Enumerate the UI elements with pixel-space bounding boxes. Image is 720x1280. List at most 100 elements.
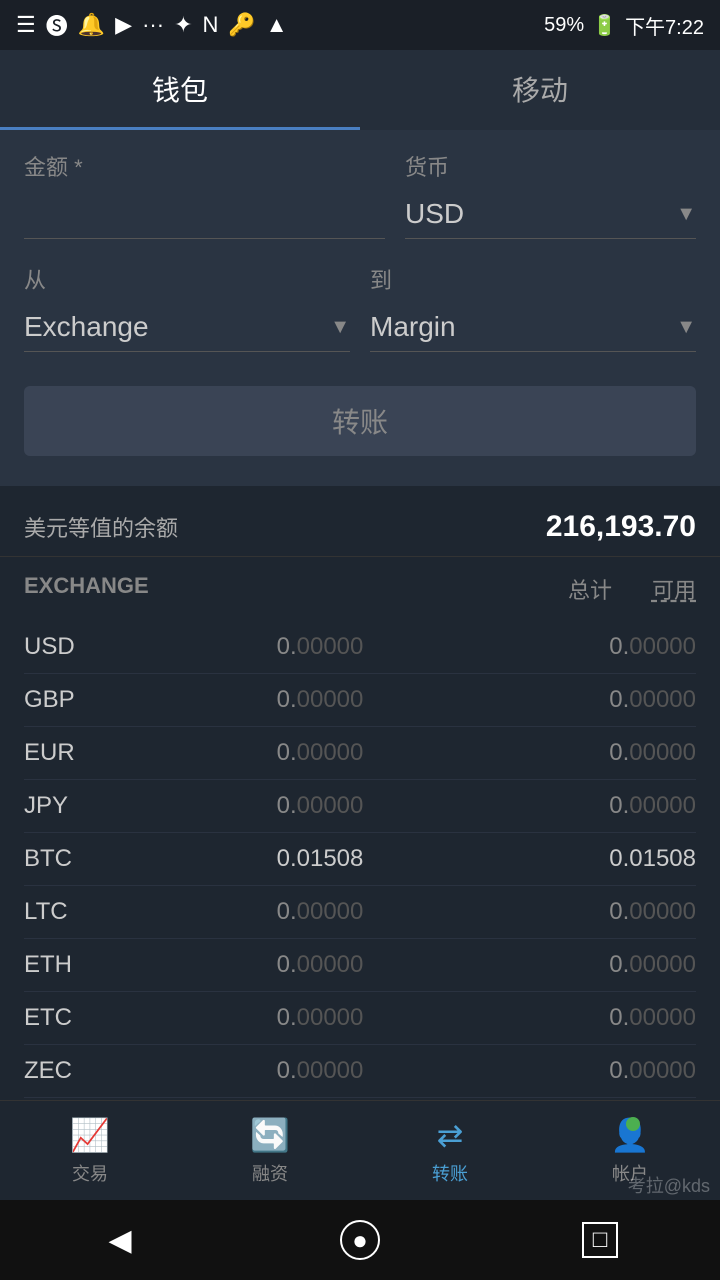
tab-bar: 钱包 移动 bbox=[0, 50, 720, 130]
to-value: Margin bbox=[370, 311, 456, 343]
bottom-nav: 📈 交易 🔄 融资 ⇄ 转账 👤 帐户 bbox=[0, 1100, 720, 1200]
table-row: ETC 0.00000 0.00000 bbox=[24, 992, 696, 1045]
table-row: GBP 0.00000 0.00000 bbox=[24, 674, 696, 727]
from-value: Exchange bbox=[24, 311, 149, 343]
currency-total: 0.01508 bbox=[220, 845, 420, 873]
balance-label: 美元等值的余额 bbox=[24, 511, 178, 543]
currency-label: 货币 bbox=[405, 150, 696, 182]
home-icon: ● bbox=[340, 1220, 380, 1260]
currency-available: 0.00000 bbox=[496, 633, 696, 661]
battery-icon: 🔋 bbox=[592, 13, 617, 38]
currency-select[interactable]: USD ▼ bbox=[405, 190, 696, 239]
bluetooth-icon: ✦ bbox=[174, 12, 192, 38]
tab-move[interactable]: 移动 bbox=[360, 50, 720, 130]
finance-icon: 🔄 bbox=[250, 1116, 290, 1154]
currency-available: 0.00000 bbox=[496, 739, 696, 767]
to-label: 到 bbox=[370, 263, 696, 295]
currency-available: 0.00000 bbox=[496, 951, 696, 979]
nfc-icon: N bbox=[203, 12, 219, 38]
currency-total: 0.00000 bbox=[220, 792, 420, 820]
currency-name: JPY bbox=[24, 792, 144, 820]
form-row-2: 从 Exchange ▼ 到 Margin ▼ bbox=[24, 263, 696, 352]
currency-available: 0.00000 bbox=[496, 1004, 696, 1032]
trade-label: 交易 bbox=[72, 1160, 108, 1186]
from-field: 从 Exchange ▼ bbox=[24, 263, 350, 352]
currency-name: USD bbox=[24, 633, 144, 661]
from-select[interactable]: Exchange ▼ bbox=[24, 303, 350, 352]
amount-field: 金额 * bbox=[24, 150, 385, 239]
currency-arrow: ▼ bbox=[676, 203, 696, 226]
table-row: EUR 0.00000 0.00000 bbox=[24, 727, 696, 780]
table-row: ETH 0.00000 0.00000 bbox=[24, 939, 696, 992]
currency-name: GBP bbox=[24, 686, 144, 714]
status-left: ☰ 🅢 🔔 ▶ ··· ✦ N 🔑 ▲ bbox=[16, 9, 288, 41]
to-field: 到 Margin ▼ bbox=[370, 263, 696, 352]
currency-total: 0.00000 bbox=[220, 1057, 420, 1085]
menu-icon: ☰ bbox=[16, 12, 36, 38]
amount-input[interactable] bbox=[24, 190, 385, 239]
table-row: JPY 0.00000 0.00000 bbox=[24, 780, 696, 833]
currency-name: BTC bbox=[24, 845, 144, 873]
balance-row: 美元等值的余额 216,193.70 bbox=[24, 510, 696, 544]
currency-total: 0.00000 bbox=[220, 1004, 420, 1032]
nav-finance[interactable]: 🔄 融资 bbox=[180, 1101, 360, 1200]
transfer-button[interactable]: 转账 bbox=[24, 386, 696, 456]
currency-total: 0.00000 bbox=[220, 633, 420, 661]
balance-section: 美元等值的余额 216,193.70 bbox=[0, 486, 720, 557]
currency-available: 0.00000 bbox=[496, 686, 696, 714]
currency-available: 0.01508 bbox=[496, 845, 696, 873]
status-bar: ☰ 🅢 🔔 ▶ ··· ✦ N 🔑 ▲ 59% 🔋 下午7:22 bbox=[0, 0, 720, 50]
currency-available: 0.00000 bbox=[496, 792, 696, 820]
currency-name: EUR bbox=[24, 739, 144, 767]
trade-icon: 📈 bbox=[70, 1116, 110, 1154]
from-label: 从 bbox=[24, 263, 350, 295]
account-dot bbox=[626, 1117, 640, 1131]
system-nav: ◀ ● □ bbox=[0, 1200, 720, 1280]
to-arrow: ▼ bbox=[676, 316, 696, 339]
watermark: 考拉@kds bbox=[628, 1172, 710, 1198]
recents-icon: □ bbox=[582, 1222, 618, 1258]
currency-total: 0.00000 bbox=[220, 739, 420, 767]
home-button[interactable]: ● bbox=[330, 1210, 390, 1270]
currency-name: ETH bbox=[24, 951, 144, 979]
key-icon: 🔑 bbox=[228, 12, 255, 38]
back-button[interactable]: ◀ bbox=[90, 1210, 150, 1270]
transfer-icon: ⇄ bbox=[437, 1116, 464, 1154]
nav-trade[interactable]: 📈 交易 bbox=[0, 1101, 180, 1200]
transfer-label: 转账 bbox=[432, 1160, 468, 1186]
table-row: ZEC 0.00000 0.00000 bbox=[24, 1045, 696, 1098]
currency-name: ETC bbox=[24, 1004, 144, 1032]
currency-total: 0.00000 bbox=[220, 898, 420, 926]
send-icon: ▶ bbox=[115, 12, 132, 38]
form-row-1: 金额 * 货币 USD ▼ bbox=[24, 150, 696, 239]
back-icon: ◀ bbox=[108, 1223, 131, 1258]
tab-wallet[interactable]: 钱包 bbox=[0, 50, 360, 130]
table-row: LTC 0.00000 0.00000 bbox=[24, 886, 696, 939]
col-headers: 总计 可用 bbox=[568, 573, 696, 605]
app-icon: 🅢 bbox=[46, 9, 68, 41]
currency-name: ZEC bbox=[24, 1057, 144, 1085]
exchange-header: EXCHANGE 总计 可用 bbox=[24, 573, 696, 605]
recents-button[interactable]: □ bbox=[570, 1210, 630, 1270]
status-right: 59% 🔋 下午7:22 bbox=[544, 11, 704, 40]
from-arrow: ▼ bbox=[330, 316, 350, 339]
to-select[interactable]: Margin ▼ bbox=[370, 303, 696, 352]
balance-value: 216,193.70 bbox=[546, 510, 696, 544]
col-available: 可用 bbox=[652, 573, 696, 605]
signal-icon: ▲ bbox=[266, 12, 288, 38]
nav-transfer[interactable]: ⇄ 转账 bbox=[360, 1101, 540, 1200]
time-text: 下午7:22 bbox=[625, 11, 704, 40]
table-row: BTC 0.01508 0.01508 bbox=[24, 833, 696, 886]
form-section: 金额 * 货币 USD ▼ 从 Exchange ▼ 到 Margin ▼ bbox=[0, 130, 720, 486]
currency-value: USD bbox=[405, 198, 464, 230]
currency-name: LTC bbox=[24, 898, 144, 926]
currency-field: 货币 USD ▼ bbox=[405, 150, 696, 239]
currency-available: 0.00000 bbox=[496, 898, 696, 926]
currency-total: 0.00000 bbox=[220, 951, 420, 979]
exchange-title: EXCHANGE bbox=[24, 573, 149, 605]
battery-text: 59% bbox=[544, 14, 584, 37]
currency-total: 0.00000 bbox=[220, 686, 420, 714]
amount-label: 金额 * bbox=[24, 150, 385, 182]
currency-available: 0.00000 bbox=[496, 1057, 696, 1085]
bell-icon: 🔔 bbox=[78, 12, 105, 38]
